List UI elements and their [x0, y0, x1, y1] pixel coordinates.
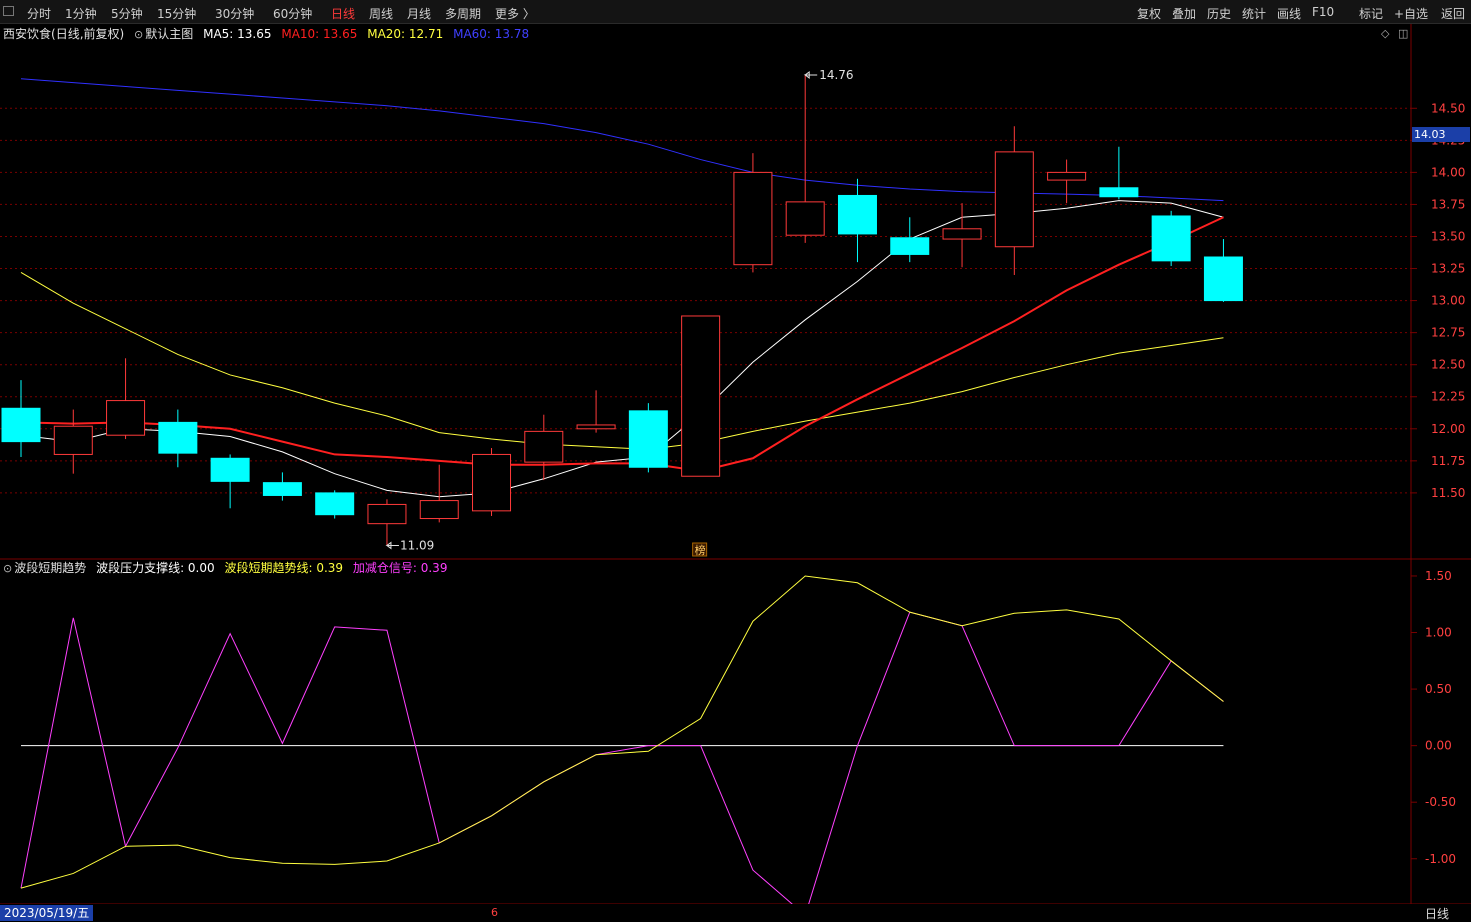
- price-tick-label: 11.75: [1431, 454, 1465, 468]
- tab-period-4[interactable]: 30分钟: [215, 5, 254, 22]
- indicator-tick-label: 1.50: [1425, 569, 1452, 583]
- high-arrow-icon: [803, 70, 818, 79]
- tab-period-5[interactable]: 60分钟: [273, 5, 312, 22]
- cursor-date: 2023/05/19/五: [0, 905, 94, 921]
- candle-body: [994, 151, 1034, 248]
- last-price-tag: 14.03: [1412, 127, 1470, 142]
- low-arrow-icon: [385, 541, 399, 550]
- indicator-line-1: [20, 575, 1224, 889]
- price-tick-label: 12.25: [1431, 390, 1465, 404]
- candle-body: [837, 194, 877, 235]
- tab-period-2[interactable]: 5分钟: [111, 5, 143, 22]
- tab-period-6[interactable]: 日线: [331, 5, 355, 22]
- candle-body: [785, 201, 825, 236]
- price-tick-label: 13.75: [1431, 197, 1465, 211]
- price-tick-label: 12.50: [1431, 358, 1465, 372]
- candle-body: [262, 482, 302, 496]
- tab-period-7[interactable]: 周线: [369, 5, 393, 22]
- price-tick-label: 12.75: [1431, 326, 1465, 340]
- candle-body: [315, 492, 355, 516]
- price-tick-label: 14.50: [1431, 101, 1465, 115]
- price-tick-label: 13.50: [1431, 229, 1465, 243]
- tab-function-3[interactable]: 统计: [1242, 5, 1266, 22]
- tab-function-8[interactable]: 返回: [1441, 5, 1465, 22]
- tab-period-1[interactable]: 1分钟: [65, 5, 97, 22]
- price-tick-label: 12.00: [1431, 422, 1465, 436]
- price-tick-label: 13.25: [1431, 262, 1465, 276]
- indicator-tick-label: -1.00: [1425, 852, 1456, 866]
- tab-function-1[interactable]: 叠加: [1172, 5, 1196, 22]
- candle-body: [576, 424, 616, 430]
- tab-period-9[interactable]: 多周期: [445, 5, 481, 22]
- candle-body: [524, 430, 564, 463]
- indicator-tick-label: 0.50: [1425, 682, 1452, 696]
- ma-line-ma5: [20, 200, 1224, 498]
- tab-period-0[interactable]: 分时: [27, 5, 51, 22]
- period-tab-daily[interactable]: 日线: [1425, 905, 1449, 922]
- indicator-tick-label: 0.00: [1425, 739, 1452, 753]
- tab-period-10[interactable]: 更多 〉: [495, 5, 535, 22]
- rank-marker-text: 榜: [695, 543, 706, 557]
- candle-body: [1, 407, 41, 443]
- candle-body: [367, 503, 407, 525]
- tab-function-2[interactable]: 历史: [1207, 5, 1231, 22]
- candle-body: [1047, 171, 1087, 181]
- candle-body: [53, 425, 93, 455]
- price-tick-label: 11.50: [1431, 486, 1465, 500]
- candle-body: [733, 171, 773, 266]
- price-tick-label: 14.00: [1431, 165, 1465, 179]
- candle-body: [158, 421, 198, 454]
- candle-body: [890, 237, 930, 255]
- chart-area[interactable]: 11.50 11.75 12.00 12.25 12.50 12.75 13.00 13.25…: [0, 24, 1471, 904]
- candle-body: [1203, 256, 1243, 302]
- indicator-line-2: [20, 611, 1224, 904]
- indicator-tick-label: -0.50: [1425, 795, 1456, 809]
- candle-body: [210, 457, 250, 482]
- low-price-label: 11.09: [400, 538, 434, 552]
- tab-period-3[interactable]: 15分钟: [157, 5, 196, 22]
- candle-body: [628, 410, 668, 468]
- candle-body: [106, 400, 146, 436]
- candle-body: [472, 453, 512, 512]
- tab-function-7[interactable]: +自选: [1394, 5, 1428, 22]
- window-menu-icon[interactable]: [3, 6, 14, 16]
- tab-function-6[interactable]: 标记: [1359, 5, 1383, 22]
- candle-body: [419, 500, 459, 520]
- candle-body: [1151, 215, 1191, 262]
- toolbar: 分时 1分钟 5分钟 15分钟 30分钟 60分钟 日线 周线 月线 多周期 更多 〉 返回 +自选 标记…: [0, 0, 1471, 24]
- ma-line-ma20: [20, 271, 1224, 450]
- ma-line-ma60: [20, 78, 1224, 202]
- price-tick-label: 13.00: [1431, 294, 1465, 308]
- indicator-tick-label: 1.00: [1425, 626, 1452, 640]
- candle-body: [1099, 187, 1139, 198]
- tab-period-8[interactable]: 月线: [407, 5, 431, 22]
- tab-function-5[interactable]: F10: [1312, 5, 1334, 19]
- tab-function-4[interactable]: 画线: [1277, 5, 1301, 22]
- candle-body: [942, 228, 982, 240]
- month-marker: 6: [491, 906, 498, 919]
- high-price-label: 14.76: [819, 68, 853, 82]
- ma-line-ma10: [20, 216, 1224, 473]
- tab-function-0[interactable]: 复权: [1137, 5, 1161, 22]
- candle-body: [681, 315, 721, 477]
